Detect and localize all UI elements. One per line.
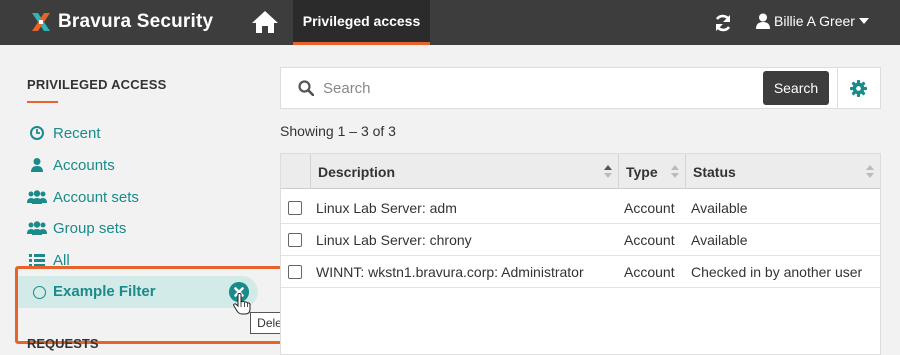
sidebar-item-label: Group sets [53,219,127,237]
sidebar-heading: PRIVILEGED ACCESS [27,77,167,92]
cell-status: Checked in by another user [691,264,863,280]
tab-label: Privileged access [302,13,421,29]
sidebar-item-group-sets[interactable]: Group sets [27,217,126,239]
search-panel: Search [280,67,881,109]
sidebar-item-account-sets[interactable]: Account sets [27,186,139,208]
tab-privileged-access[interactable]: Privileged access [293,0,430,45]
search-button-label: Search [773,80,819,96]
column-header-label: Description [318,163,396,180]
sidebar-item-recent[interactable]: Recent [27,122,101,144]
sidebar-item-accounts[interactable]: Accounts [27,154,115,176]
select-all-column [281,154,310,189]
callout-highlight-box [15,266,307,344]
divider [837,68,838,108]
row-checkbox[interactable] [288,233,302,247]
column-header-label: Status [693,163,736,180]
gear-icon[interactable] [850,80,867,97]
sidebar-item-label: Accounts [53,156,115,174]
search-button[interactable]: Search [763,71,829,105]
cell-description: Linux Lab Server: chrony [316,232,472,248]
cell-status: Available [691,200,748,216]
users-icon [27,221,47,235]
sort-icon [604,165,612,179]
cell-type: Account [624,264,675,280]
sidebar-item-label: Recent [53,124,101,142]
cell-description: WINNT: wkstn1.bravura.corp: Administrato… [316,264,584,280]
row-checkbox[interactable] [288,265,302,279]
column-header-label: Type [626,163,658,180]
brand-name: Bravura Security [58,11,214,32]
user-menu[interactable]: Billie A Greer [756,13,869,29]
sidebar-heading-underline [27,101,58,103]
requests-heading: REQUESTS [27,336,99,351]
user-name: Billie A Greer [774,13,855,29]
search-input[interactable] [323,76,753,100]
results-count: Showing 1 – 3 of 3 [280,123,396,139]
user-icon [756,13,770,29]
row-checkbox[interactable] [288,201,302,215]
search-icon [298,80,314,96]
results-table: Description Type Status Linux Lab Server… [280,153,881,355]
users-icon [27,190,47,204]
column-header-status[interactable]: Status [685,154,880,189]
sidebar-item-label: Account sets [53,188,139,206]
brand[interactable]: Bravura Security [30,11,213,33]
column-header-type[interactable]: Type [618,154,685,189]
cell-type: Account [624,200,675,216]
sort-icon [671,165,679,179]
clock-icon [30,126,44,140]
cell-status: Available [691,232,748,248]
cell-description: Linux Lab Server: adm [316,200,457,216]
top-navigation-bar: Bravura Security Privileged access Billi… [0,0,900,45]
column-header-description[interactable]: Description [310,154,618,189]
bravura-logo-icon [32,13,50,31]
table-row[interactable]: Linux Lab Server: adm Account Available [281,192,880,224]
table-row[interactable]: WINNT: wkstn1.bravura.corp: Administrato… [281,256,880,288]
table-row[interactable]: Linux Lab Server: chrony Account Availab… [281,224,880,256]
refresh-icon[interactable] [713,13,733,33]
sort-icon [866,165,874,179]
cell-type: Account [624,232,675,248]
home-icon[interactable] [251,10,279,34]
table-header: Description Type Status [281,154,880,189]
user-icon [31,158,43,172]
caret-down-icon [858,18,869,24]
